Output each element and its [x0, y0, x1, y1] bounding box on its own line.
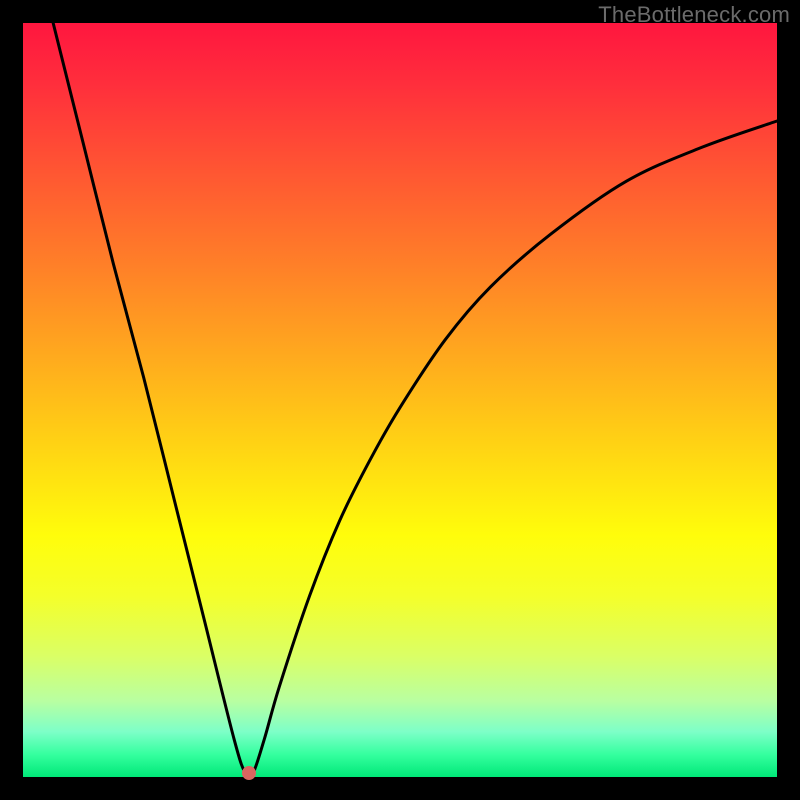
minimum-marker	[242, 766, 256, 780]
bottleneck-curve	[23, 23, 777, 777]
plot-area	[23, 23, 777, 777]
watermark-text: TheBottleneck.com	[598, 2, 790, 28]
chart-frame: TheBottleneck.com	[0, 0, 800, 800]
